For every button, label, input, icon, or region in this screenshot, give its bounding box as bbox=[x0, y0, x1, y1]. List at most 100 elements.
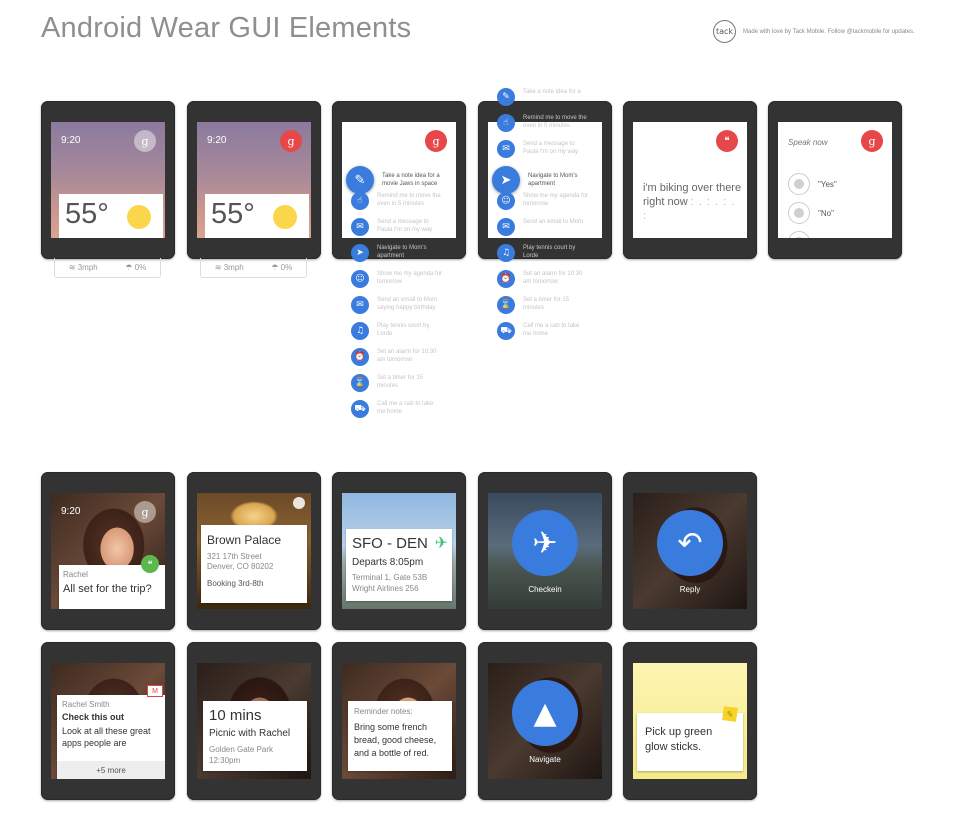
watch-screen: SFO - DEN ✈ Departs 8:05pm Terminal 1, G… bbox=[342, 493, 456, 609]
watch-email[interactable]: Rachel Smith Check this out Look at all … bbox=[41, 642, 175, 800]
voice-action-item[interactable]: ⏰ Set an alarm for 10:30 am tomorrow bbox=[497, 270, 589, 288]
voice-action-item[interactable]: ✉ Send an email to Mom bbox=[497, 218, 589, 236]
watch-weather-1[interactable]: 9:20 g 55° bbox=[41, 101, 175, 259]
voice-action-item[interactable]: ☺ Show me my agenda for tomorrow bbox=[351, 270, 443, 288]
voice-action-item[interactable]: ♫ Play tennis court by Lorde bbox=[351, 322, 443, 340]
watch-event[interactable]: 10 mins Picnic with Rachel Golden Gate P… bbox=[187, 642, 321, 800]
watch-place[interactable]: Brown Palace 321 17th Street Denver, CO … bbox=[187, 472, 321, 630]
note-card[interactable]: Pick up green glow sticks. bbox=[637, 713, 743, 771]
watch-navigate[interactable]: ▲ Navigate bbox=[478, 642, 612, 800]
voice-action-item[interactable]: ⏰ Set an alarm for 10:30 am tomorrow bbox=[351, 348, 443, 366]
hangouts-icon[interactable]: ❝ bbox=[716, 130, 738, 152]
reply-icon[interactable]: ↶ bbox=[657, 510, 723, 576]
voice-action-icon: ✉ bbox=[351, 218, 369, 236]
weather-card[interactable]: 55° bbox=[205, 194, 309, 238]
watch-speak-now[interactable]: Speak now g "Yes" "No" bbox=[768, 101, 902, 259]
flight-card[interactable]: SFO - DEN ✈ Departs 8:05pm Terminal 1, G… bbox=[346, 529, 452, 601]
hangouts-icon: ❝ bbox=[141, 555, 159, 573]
voice-action-icon: ✉ bbox=[497, 140, 515, 158]
airline-flight: Wright Airlines 256 bbox=[352, 584, 419, 593]
voice-action-label: Set a timer for 15 minutes bbox=[523, 297, 570, 311]
voice-action-item[interactable]: ♫ Play tennis court by Lorde bbox=[497, 244, 589, 262]
email-card[interactable]: Rachel Smith Check this out Look at all … bbox=[57, 695, 165, 779]
time-display: 9:20 bbox=[61, 135, 81, 146]
voice-action-label: Send a message to Paula I'm on my way bbox=[523, 141, 579, 155]
voice-action-item[interactable]: ✎ Take a note idea for a movie Jaws in sp… bbox=[346, 166, 448, 194]
option-no[interactable]: "No" bbox=[788, 202, 834, 224]
watch-note[interactable]: Pick up green glow sticks. ✎ bbox=[623, 642, 757, 800]
voice-action-item[interactable]: ➤ Navigate to Mom's apartment bbox=[492, 166, 594, 194]
weather-card[interactable]: 55° bbox=[59, 194, 163, 238]
airplane-icon[interactable]: ✈ bbox=[512, 510, 578, 576]
watch-screen: Speak now g "Yes" "No" bbox=[778, 122, 892, 238]
voice-action-icon: ☺ bbox=[351, 270, 369, 288]
voice-action-item[interactable]: ⛟ Call me a cab to take me home bbox=[497, 322, 589, 340]
voice-action-icon: ⌛ bbox=[497, 296, 515, 314]
voice-action-icon: ✉ bbox=[351, 296, 369, 314]
option-circle-icon bbox=[788, 173, 810, 195]
page-title: Android Wear GUI Elements bbox=[41, 12, 412, 44]
watch-reminder[interactable]: Reminder notes: Bring some french bread,… bbox=[332, 642, 466, 800]
voice-action-item[interactable]: ⌛ Set a timer for 15 minutes bbox=[351, 374, 443, 392]
voice-action-item[interactable]: ✉ Send a message to Paula I'm on my way bbox=[351, 218, 443, 236]
watch-reply[interactable]: ↶ Reply bbox=[623, 472, 757, 630]
sender-name: Rachel bbox=[63, 570, 88, 579]
voice-action-label: Show me my agenda for tomorrow bbox=[523, 193, 589, 207]
weather-details: ≋ 3mph ☂ 0% bbox=[200, 258, 307, 278]
watch-message[interactable]: 9:20 g Rachel All set for the trip? ❝ bbox=[41, 472, 175, 630]
event-location: Golden Gate Park bbox=[209, 745, 274, 754]
watch-dictation[interactable]: ❝ i'm biking over there right now : . : … bbox=[623, 101, 757, 259]
voice-action-icon: ✎ bbox=[346, 166, 374, 194]
reply-label: Reply bbox=[679, 585, 701, 594]
voice-action-item[interactable]: ➤ Navigate to Mom's apartment bbox=[351, 244, 443, 262]
navigation-arrow-icon[interactable]: ▲ bbox=[512, 680, 578, 746]
option-circle-icon bbox=[788, 231, 810, 238]
wind-info: ≋ 3mph bbox=[68, 263, 98, 272]
voice-action-item[interactable]: ⌛ Set a timer for 15 minutes bbox=[497, 296, 589, 314]
time-display: 9:20 bbox=[61, 506, 81, 517]
gmail-icon: M bbox=[147, 685, 163, 697]
voice-action-item[interactable]: ✉ Send an email to Mom saying happy birth… bbox=[351, 296, 443, 314]
wind-icon: ≋ bbox=[68, 263, 76, 272]
event-time: 12:30pm bbox=[209, 756, 241, 765]
event-card[interactable]: 10 mins Picnic with Rachel Golden Gate P… bbox=[203, 701, 307, 771]
voice-action-icon: ♫ bbox=[351, 322, 369, 340]
watch-screen: ▲ Navigate bbox=[488, 663, 602, 779]
google-icon[interactable]: g bbox=[134, 130, 156, 152]
voice-action-icon: ♫ bbox=[497, 244, 515, 262]
voice-action-item[interactable]: ✎ Take a note idea for a bbox=[497, 88, 589, 106]
place-name: Brown Palace bbox=[207, 533, 282, 547]
option-yes[interactable]: "Yes" bbox=[788, 173, 837, 195]
voice-action-label: Take a note idea for a bbox=[523, 89, 581, 95]
voice-action-icon: ☝ bbox=[351, 192, 369, 210]
maps-icon bbox=[293, 497, 305, 509]
voice-action-icon: ➤ bbox=[351, 244, 369, 262]
temperature: 55° bbox=[65, 198, 109, 230]
voice-action-item[interactable]: ⛟ Call me a cab to take me home bbox=[351, 400, 443, 418]
voice-action-label: Send an email to Mom bbox=[523, 219, 584, 225]
reminder-card[interactable]: Reminder notes: Bring some french bread,… bbox=[348, 701, 452, 771]
place-card[interactable]: Brown Palace 321 17th Street Denver, CO … bbox=[201, 525, 307, 603]
watch-screen: Rachel Smith Check this out Look at all … bbox=[51, 663, 165, 779]
voice-action-item[interactable]: ☺ Show me my agenda for tomorrow bbox=[497, 192, 589, 210]
voice-action-item[interactable]: ☝ Remind me to move the oven in 5 minutes bbox=[351, 192, 443, 210]
more-button[interactable]: +5 more bbox=[57, 761, 165, 779]
voice-action-label: Call me a cab to take me home bbox=[377, 401, 434, 415]
event-title: Picnic with Rachel bbox=[209, 728, 291, 739]
google-icon[interactable]: g bbox=[861, 130, 883, 152]
voice-action-icon: ⛟ bbox=[497, 322, 515, 340]
google-icon[interactable]: g bbox=[280, 130, 302, 152]
watch-flight[interactable]: SFO - DEN ✈ Departs 8:05pm Terminal 1, G… bbox=[332, 472, 466, 630]
watch-weather-2[interactable]: 9:20 g 55° bbox=[187, 101, 321, 259]
watch-screen: Reminder notes: Bring some french bread,… bbox=[342, 663, 456, 779]
voice-action-item[interactable]: ✉ Send a message to Paula I'm on my way bbox=[497, 140, 589, 158]
checkin-label: Checkein bbox=[528, 585, 562, 594]
voice-action-list-1: ✎ Take a note idea for a movie Jaws in sp… bbox=[346, 166, 456, 436]
event-countdown: 10 mins bbox=[209, 707, 262, 724]
voice-action-item[interactable]: ☝ Remind me to move the oven in 5 minutes bbox=[497, 114, 589, 132]
keep-note-icon: ✎ bbox=[722, 706, 738, 722]
google-icon[interactable]: g bbox=[425, 130, 447, 152]
wind-icon: ≋ bbox=[214, 263, 222, 272]
watch-checkin[interactable]: ✈ Checkein bbox=[478, 472, 612, 630]
google-icon[interactable]: g bbox=[134, 501, 156, 523]
